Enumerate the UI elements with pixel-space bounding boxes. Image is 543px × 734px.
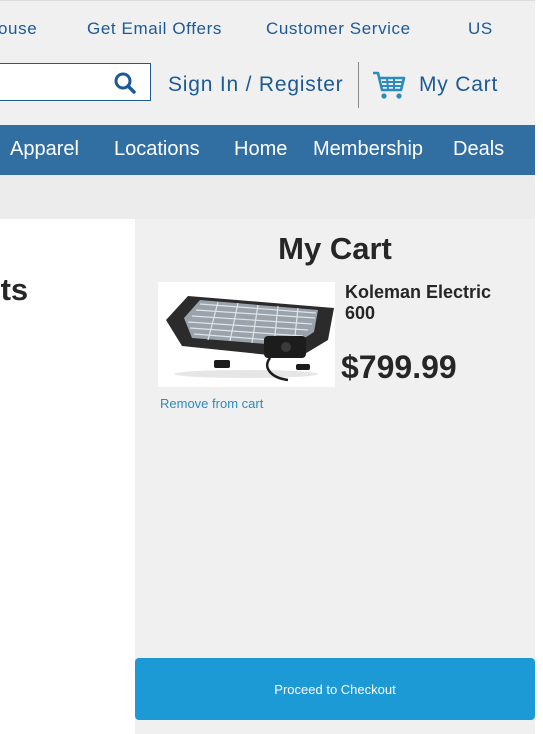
top-utility-bar: ouse Get Email Offers Customer Service U… — [0, 0, 535, 56]
top-link-country[interactable]: US — [468, 19, 493, 39]
nav-item-deals[interactable]: Deals — [453, 138, 504, 161]
top-link-warehouse[interactable]: ouse — [0, 19, 37, 39]
top-link-customer-service[interactable]: Customer Service — [266, 19, 411, 39]
main-nav: Apparel Locations Home Membership Deals — [0, 125, 535, 175]
remove-from-cart-link[interactable]: Remove from cart — [160, 396, 263, 411]
search-input[interactable] — [0, 63, 151, 101]
product-image[interactable] — [158, 282, 335, 387]
search-icon[interactable] — [113, 71, 137, 95]
proceed-to-checkout-button[interactable]: Proceed to Checkout — [135, 658, 535, 720]
breadcrumb-band — [0, 175, 535, 219]
header-divider — [358, 62, 359, 108]
nav-item-locations[interactable]: Locations — [114, 138, 200, 161]
sign-in-register-link[interactable]: Sign In / Register — [168, 73, 343, 97]
top-link-email-offers[interactable]: Get Email Offers — [87, 19, 222, 39]
product-price: $799.99 — [341, 349, 457, 385]
cart-panel: My Cart Koleman Electric 600 $799.99 Rem… — [135, 219, 535, 734]
product-name[interactable]: Koleman Electric 600 — [345, 282, 520, 324]
nav-item-membership[interactable]: Membership — [313, 138, 423, 161]
electric-grill-image — [166, 296, 334, 382]
nav-item-home[interactable]: Home — [234, 138, 287, 161]
nav-item-apparel[interactable]: Apparel — [10, 138, 79, 161]
cart-icon — [373, 71, 406, 99]
my-cart-label: My Cart — [419, 73, 499, 96]
cart-title: My Cart — [278, 231, 392, 266]
results-heading: lts — [0, 272, 29, 307]
